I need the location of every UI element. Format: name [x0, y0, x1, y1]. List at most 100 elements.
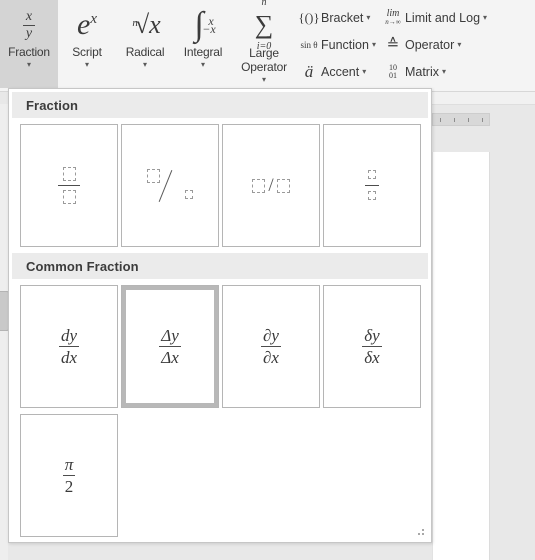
gallery-item-dy-dx[interactable]: dy dx	[20, 285, 118, 408]
placeholder-box-icon	[252, 178, 266, 193]
operator-icon: ≙	[386, 37, 400, 53]
document-top-margin	[414, 92, 535, 104]
ribbon-button-accent[interactable]: ä Accent ▾	[296, 59, 380, 84]
summation-icon-symbol: ∑	[254, 10, 274, 39]
gallery-item-partial-y-partial-x[interactable]: ∂y ∂x	[222, 285, 320, 408]
common-fraction-tile-row-1: dy dx Δy Δx ∂y ∂x δy δx	[12, 285, 428, 408]
integral-icon-lower-limit: −x	[202, 22, 216, 36]
fraction-numerator: ∂y	[263, 325, 279, 345]
gallery-item-linear-fraction[interactable]: /	[222, 124, 320, 247]
ribbon-button-bracket[interactable]: {()} Bracket ▾	[296, 5, 380, 30]
ribbon-button-radical[interactable]: n√x Radical ▾	[116, 0, 174, 88]
ribbon-button-label: Matrix	[404, 64, 439, 79]
chevron-down-icon[interactable]: ▾	[143, 60, 147, 69]
placeholder-denominator	[58, 186, 80, 205]
fraction-gallery-content: Fraction / Common Fraction dy dx Δy Δx ∂…	[12, 92, 428, 539]
delta-y-delta-x-preview: Δy Δx	[159, 325, 181, 369]
partial-y-partial-x-preview: ∂y ∂x	[261, 325, 281, 369]
fraction-icon: x y	[22, 4, 36, 46]
ribbon-button-matrix[interactable]: 10 01 Matrix ▾	[380, 59, 491, 84]
ribbon-button-label: Radical	[125, 45, 165, 59]
ribbon-button-label: Bracket	[321, 10, 364, 25]
gallery-item-pi-over-2[interactable]: π 2	[20, 414, 118, 537]
chevron-down-icon[interactable]: ▾	[262, 75, 266, 84]
integral-icon: ∫ x −x	[194, 4, 215, 46]
gallery-item-stacked-fraction[interactable]	[20, 124, 118, 247]
gallery-item-delta-y-delta-x[interactable]: Δy Δx	[121, 285, 219, 408]
placeholder-box-icon	[276, 178, 290, 193]
dy-dx-preview: dy dx	[58, 325, 80, 369]
chevron-down-icon[interactable]: ▾	[483, 13, 487, 22]
ribbon-button-integral[interactable]: ∫ x −x Integral ▾	[174, 0, 232, 88]
ribbon-button-function[interactable]: sin θ Function ▾	[296, 32, 380, 57]
placeholder-box-icon	[147, 169, 160, 184]
ruler-tick	[439, 117, 441, 122]
radical-icon-root: √x	[134, 10, 161, 39]
fraction-numerator: π	[64, 454, 74, 474]
ruler-tick	[467, 117, 469, 122]
slash-icon	[158, 169, 173, 202]
section-header-common-fraction: Common Fraction	[12, 253, 428, 279]
summation-icon-lower-limit: i=0	[256, 41, 272, 52]
ribbon-button-operator[interactable]: ≙ Operator ▾	[380, 32, 491, 57]
document-page[interactable]	[432, 152, 490, 560]
chevron-down-icon[interactable]: ▾	[372, 40, 376, 49]
grip-dot	[422, 529, 424, 531]
gallery-item-small-delta-y-small-delta-x[interactable]: δy δx	[323, 285, 421, 408]
fraction-denominator: Δx	[159, 346, 181, 367]
small-stacked-fraction-preview	[365, 167, 379, 204]
ribbon-button-label: Function	[321, 37, 369, 52]
placeholder-numerator	[147, 168, 160, 186]
ruler-baseline	[415, 104, 535, 105]
ribbon-button-label: Fraction	[8, 45, 50, 59]
placeholder-box-icon	[62, 189, 76, 204]
grip-dot	[422, 533, 424, 535]
bracket-icon: {()}	[298, 9, 320, 25]
radical-icon: n√x	[129, 4, 160, 46]
pi-over-2-preview: π 2	[62, 454, 76, 498]
section-header-fraction: Fraction	[12, 92, 428, 118]
gallery-item-skewed-fraction[interactable]	[121, 124, 219, 247]
placeholder-numerator	[365, 167, 379, 185]
chevron-down-icon[interactable]: ▾	[366, 13, 370, 22]
slash-icon: /	[268, 174, 274, 196]
fraction-numerator: dy	[60, 325, 78, 345]
ribbon-button-script[interactable]: ex Script ▾	[58, 0, 116, 88]
resize-grip-icon[interactable]	[415, 526, 424, 535]
matrix-icon: 10 01	[382, 63, 404, 80]
linear-fraction-preview: /	[252, 174, 290, 197]
ruler-tick	[453, 117, 455, 122]
equation-ribbon: x y Fraction ▾ ex Script ▾ n√x Radical ▾…	[0, 0, 535, 92]
ribbon-small-button-column-2: lim n→∞ Limit and Log ▾ ≙ Operator ▾ 10 …	[380, 0, 491, 84]
placeholder-numerator	[58, 166, 80, 185]
chevron-down-icon[interactable]: ▾	[362, 67, 366, 76]
ribbon-button-label: Accent	[321, 64, 360, 79]
ribbon-small-button-column-1: {()} Bracket ▾ sin θ Function ▾ ä Accent…	[296, 0, 380, 84]
placeholder-denominator	[365, 186, 379, 204]
limit-icon: lim n→∞	[382, 8, 404, 27]
skewed-fraction-preview	[147, 166, 193, 206]
ribbon-button-label: Operator	[404, 37, 455, 52]
ribbon-button-fraction[interactable]: x y Fraction ▾	[0, 0, 58, 88]
accent-icon: ä	[304, 61, 314, 81]
chevron-down-icon[interactable]: ▾	[442, 67, 446, 76]
chevron-down-icon[interactable]: ▾	[201, 60, 205, 69]
chevron-down-icon[interactable]: ▾	[457, 40, 461, 49]
fraction-numerator: δy	[364, 325, 380, 345]
function-icon: sin θ	[300, 39, 318, 50]
fraction-denominator: ∂x	[261, 346, 281, 367]
ribbon-button-large-operator[interactable]: n ∑ i=0 Large Operator ▾	[232, 0, 296, 88]
ribbon-button-label: Limit and Log	[404, 10, 481, 25]
script-icon: ex	[77, 4, 97, 46]
placeholder-box-icon	[368, 191, 376, 201]
ribbon-button-limit-and-log[interactable]: lim n→∞ Limit and Log ▾	[380, 5, 491, 30]
fraction-tile-row-1: /	[12, 124, 428, 247]
placeholder-box-icon	[62, 166, 76, 181]
gallery-item-small-stacked-fraction[interactable]	[323, 124, 421, 247]
placeholder-box-icon	[368, 170, 376, 180]
chevron-down-icon[interactable]: ▾	[85, 60, 89, 69]
stacked-fraction-preview	[58, 166, 80, 205]
chevron-down-icon[interactable]: ▾	[27, 60, 31, 69]
common-fraction-tile-row-2: π 2	[12, 414, 428, 537]
horizontal-ruler-fragment[interactable]	[432, 113, 490, 126]
